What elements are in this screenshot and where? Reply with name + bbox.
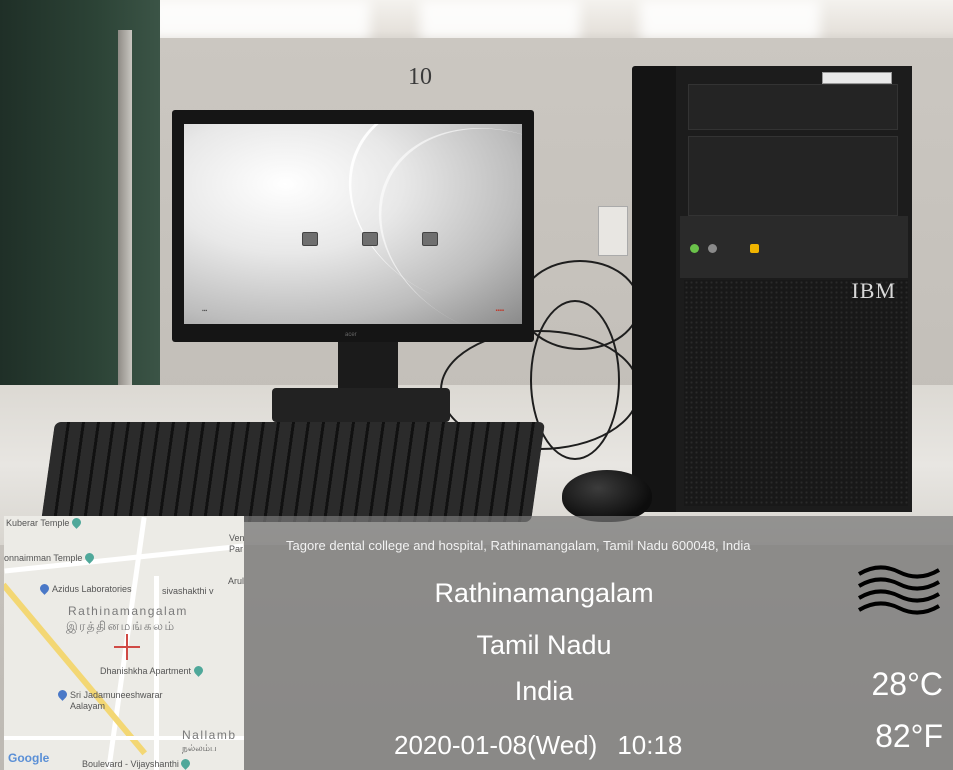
date-label: 2020-01-08(Wed) (394, 730, 598, 760)
address-line: Tagore dental college and hospital, Rath… (286, 538, 751, 553)
time-label: 10:18 (617, 730, 683, 760)
google-logo: Google (8, 751, 50, 765)
place-pin-icon (38, 582, 51, 595)
map-label: Dhanishkha Apartment (100, 664, 206, 677)
power-led-icon (690, 244, 699, 253)
place-pin-icon (179, 757, 193, 770)
map-label: Azidus Laboratories (38, 582, 132, 595)
map-label: Rathinamangalam (68, 604, 188, 618)
country-label: India (514, 676, 574, 706)
tower-control-panel (680, 216, 908, 278)
temperature-celsius: 28°C (871, 666, 944, 702)
screen-status-text: ▪▪▪ (202, 308, 208, 314)
monitor-brand: acer (345, 332, 357, 338)
place-pin-icon (83, 551, 96, 564)
monitor-stand-base (272, 388, 450, 422)
wall-socket (598, 206, 628, 256)
keyboard (40, 422, 546, 522)
map-label: நல்லம்ப (182, 743, 217, 753)
map-label: Boulevard - Vijayshanthi (82, 757, 193, 770)
place-pin-icon (56, 688, 69, 701)
monitor: ▪▪▪ ▪▪▪▪ acer (172, 110, 534, 342)
place-pin-icon (70, 516, 83, 529)
state-label: Tamil Nadu (476, 630, 612, 660)
location-info-panel: Tagore dental college and hospital, Rath… (244, 516, 953, 770)
map-label: Aalayam (70, 701, 106, 711)
desktop-icon (422, 232, 438, 246)
map-label: Par (229, 544, 244, 554)
map-label: இரத்தினமங்கலம் (66, 619, 176, 633)
desktop-icon (302, 232, 318, 246)
map-label: Venga (229, 533, 244, 543)
dvd-drive (688, 84, 898, 130)
wall-number: 10 (408, 64, 432, 90)
map-label: Kuberar Temple (6, 516, 84, 529)
screen-logo: ▪▪▪▪ (495, 308, 504, 314)
power-button (708, 244, 717, 253)
location-map: Kuberar Temple Venga Par onnaimman Templ… (4, 516, 244, 770)
map-label: Nallamb (182, 728, 237, 742)
temperature-fahrenheit: 82°F (875, 718, 943, 754)
activity-led-icon (750, 244, 759, 253)
city-label: Rathinamangalam (434, 578, 654, 608)
place-pin-icon (191, 664, 205, 677)
tower-mesh-grille (684, 280, 908, 506)
map-crosshair-icon (114, 634, 140, 660)
map-label: sivashakthi v (162, 586, 214, 596)
date-time: 2020-01-08(Wed) 10:18 (394, 730, 682, 761)
tower-label-sticker (822, 72, 892, 84)
map-label: onnaimman Temple (4, 551, 97, 564)
mouse (562, 470, 652, 522)
tower-brand: IBM (851, 278, 896, 303)
cable (530, 300, 620, 460)
monitor-screen: ▪▪▪ ▪▪▪▪ (184, 124, 522, 324)
monitor-stand-neck (338, 342, 398, 392)
drive-bay (688, 136, 898, 216)
desktop-icon (362, 232, 378, 246)
map-label: Sri Jadamuneeshwarar (56, 688, 163, 701)
haze-icon (857, 565, 941, 615)
computer-tower: IBM (632, 66, 912, 512)
map-label: Arul (228, 576, 244, 586)
